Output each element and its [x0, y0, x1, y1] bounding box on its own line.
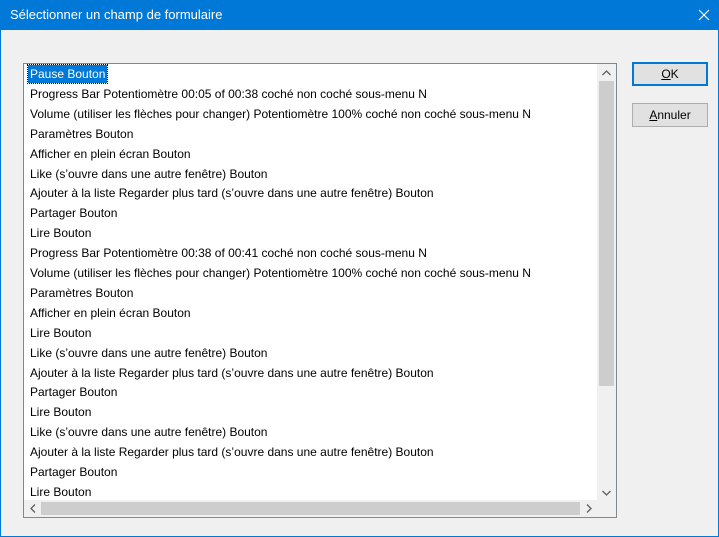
- scroll-up-icon[interactable]: [597, 64, 616, 81]
- list-item[interactable]: Progress Bar Potentiomètre 00:38 of 00:4…: [28, 244, 429, 262]
- list-item[interactable]: Like (s’ouvre dans une autre fenêtre) Bo…: [28, 344, 269, 362]
- close-x-glyph: [698, 9, 710, 21]
- title-bar[interactable]: Sélectionner un champ de formulaire: [0, 0, 719, 30]
- list-item[interactable]: Volume (utiliser les flèches pour change…: [28, 105, 533, 123]
- list-item[interactable]: Like (s’ouvre dans une autre fenêtre) Bo…: [28, 165, 269, 183]
- list-item[interactable]: Ajouter à la liste Regarder plus tard (s…: [28, 364, 436, 382]
- form-field-list[interactable]: Pause Bouton Progress Bar Potentiomètre 0…: [24, 64, 594, 501]
- list-item[interactable]: Partager Bouton: [28, 383, 119, 401]
- list-item[interactable]: Lire Bouton: [28, 403, 93, 421]
- form-field-listbox[interactable]: Pause Bouton Progress Bar Potentiomètre 0…: [23, 63, 617, 518]
- list-item[interactable]: Partager Bouton: [28, 204, 119, 222]
- horizontal-scrollbar[interactable]: [24, 500, 597, 517]
- horizontal-scroll-thumb[interactable]: [41, 502, 580, 515]
- list-item[interactable]: Ajouter à la liste Regarder plus tard (s…: [28, 443, 436, 461]
- ok-button[interactable]: OK: [632, 62, 708, 86]
- list-item[interactable]: Paramètres Bouton: [28, 125, 135, 143]
- scrollbar-corner: [597, 500, 616, 517]
- scroll-left-icon[interactable]: [24, 500, 41, 517]
- list-item[interactable]: Pause Bouton: [26, 64, 109, 84]
- cancel-label-rest: nnuler: [657, 108, 691, 122]
- vertical-scroll-thumb[interactable]: [599, 81, 614, 386]
- ok-mnemonic: O: [661, 67, 671, 81]
- list-item[interactable]: Lire Bouton: [28, 483, 93, 501]
- scroll-right-icon[interactable]: [580, 500, 597, 517]
- cancel-button[interactable]: Annuler: [632, 103, 708, 127]
- list-item[interactable]: Lire Bouton: [28, 324, 93, 342]
- vertical-scrollbar[interactable]: [597, 64, 616, 501]
- list-item[interactable]: Afficher en plein écran Bouton: [28, 304, 193, 322]
- list-item[interactable]: Lire Bouton: [28, 224, 93, 242]
- list-item[interactable]: Volume (utiliser les flèches pour change…: [28, 264, 533, 282]
- close-icon[interactable]: [689, 0, 719, 30]
- list-item[interactable]: Paramètres Bouton: [28, 284, 135, 302]
- ok-label-rest: K: [670, 67, 679, 81]
- list-item[interactable]: Progress Bar Potentiomètre 00:05 of 00:3…: [28, 85, 429, 103]
- window-title: Sélectionner un champ de formulaire: [10, 7, 223, 22]
- list-item[interactable]: Afficher en plein écran Bouton: [28, 145, 193, 163]
- cancel-mnemonic: A: [649, 108, 658, 122]
- list-item[interactable]: Like (s’ouvre dans une autre fenêtre) Bo…: [28, 423, 269, 441]
- select-form-field-dialog: Sélectionner un champ de formulaire Paus…: [0, 0, 719, 537]
- list-item[interactable]: Ajouter à la liste Regarder plus tard (s…: [28, 184, 436, 202]
- scroll-down-icon[interactable]: [597, 484, 616, 501]
- list-item[interactable]: Partager Bouton: [28, 463, 119, 481]
